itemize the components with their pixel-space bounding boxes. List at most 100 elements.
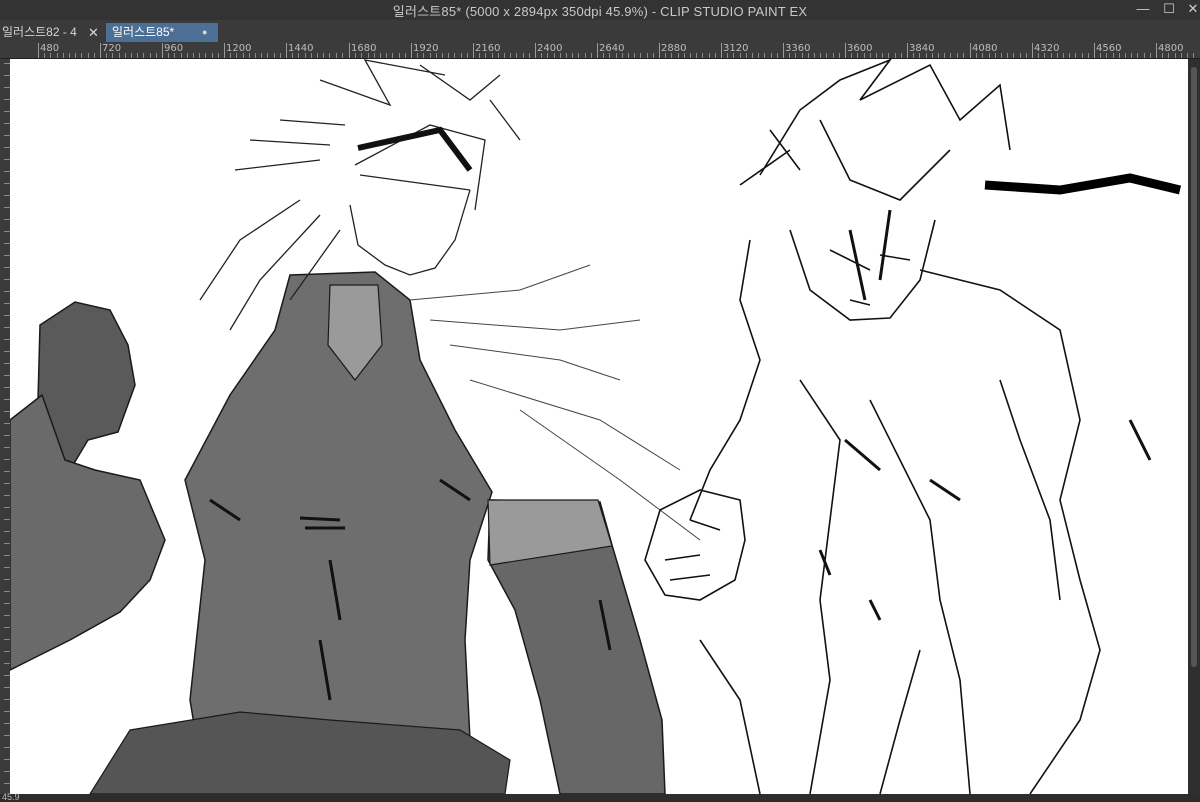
ruler-minor-tick (44, 53, 45, 58)
right-shadow-marks (818, 209, 1152, 621)
vertical-ruler[interactable] (0, 59, 10, 794)
ruler-major-tick (1156, 43, 1157, 58)
ruler-minor-tick (919, 53, 920, 58)
ruler-minor-tick (317, 53, 318, 58)
visor-stroke (357, 126, 473, 172)
ruler-minor-tick (740, 53, 741, 58)
ruler-minor-tick (230, 53, 231, 58)
ruler-minor-tick (448, 53, 449, 58)
ruler-minor-tick (1013, 53, 1014, 58)
ruler-minor-tick (913, 53, 914, 58)
ruler-minor-tick (467, 53, 468, 58)
tab-illust82[interactable]: 일러스트82 - 4 ✕ (0, 23, 104, 42)
ruler-minor-tick (1119, 53, 1120, 58)
ruler-minor-tick (1082, 53, 1083, 58)
ruler-minor-tick (944, 53, 945, 58)
tab-label: 일러스트82 - 4 (2, 25, 77, 39)
ruler-minor-tick (789, 53, 790, 58)
ruler-minor-tick (876, 53, 877, 58)
ruler-minor-tick (336, 53, 337, 58)
ruler-minor-tick (1162, 53, 1163, 58)
ruler-minor-tick (1020, 53, 1021, 58)
ruler-minor-tick (826, 53, 827, 58)
ruler-minor-tick (75, 53, 76, 58)
ruler-minor-tick (292, 53, 293, 58)
ruler-minor-tick (187, 53, 188, 58)
close-button[interactable]: ✕ (1180, 0, 1200, 20)
ruler-minor-tick (690, 53, 691, 58)
ruler-minor-tick (504, 53, 505, 58)
ruler-minor-tick (1051, 53, 1052, 58)
ruler-minor-tick (174, 53, 175, 58)
ruler-minor-tick (647, 53, 648, 58)
ruler-minor-tick (777, 53, 778, 58)
ruler-minor-tick (950, 53, 951, 58)
ruler-minor-tick (895, 53, 896, 58)
ruler-minor-tick (1026, 53, 1027, 58)
ruler-minor-tick (417, 53, 418, 58)
ruler-minor-tick (802, 53, 803, 58)
ruler-minor-tick (1007, 53, 1008, 58)
ruler-minor-tick (566, 53, 567, 58)
ruler-minor-tick (193, 53, 194, 58)
ruler-minor-tick (976, 53, 977, 58)
ruler-minor-tick (1038, 53, 1039, 58)
ruler-minor-tick (882, 53, 883, 58)
ruler-minor-tick (199, 53, 200, 58)
ruler-minor-tick (591, 53, 592, 58)
unsaved-dot-icon[interactable]: ● (202, 23, 207, 42)
zoom-readout[interactable]: 45.9 (2, 792, 20, 802)
ruler-minor-tick (746, 53, 747, 58)
ruler-minor-tick (50, 53, 51, 58)
ruler-minor-tick (771, 53, 772, 58)
scrollbar-thumb[interactable] (1191, 67, 1197, 667)
ruler-minor-tick (479, 53, 480, 58)
ruler-minor-tick (572, 53, 573, 58)
ruler-minor-tick (1075, 53, 1076, 58)
ruler-minor-tick (1063, 53, 1064, 58)
ruler-minor-tick (541, 53, 542, 58)
ruler-minor-tick (870, 53, 871, 58)
ruler-minor-tick (622, 53, 623, 58)
ruler-minor-tick (461, 53, 462, 58)
ruler-minor-tick (1175, 53, 1176, 58)
right-figure (644, 59, 1182, 794)
ruler-minor-tick (510, 53, 511, 58)
vertical-scrollbar[interactable] (1188, 59, 1200, 794)
window-title: 일러스트85* (5000 x 2894px 350dpi 45.9%) - C… (392, 4, 808, 19)
ruler-minor-tick (1187, 53, 1188, 58)
ruler-minor-tick (1137, 53, 1138, 58)
ruler-minor-tick (305, 53, 306, 58)
ruler-minor-tick (529, 53, 530, 58)
drawing-canvas[interactable] (10, 59, 1188, 794)
ruler-minor-tick (709, 53, 710, 58)
ruler-major-tick (38, 43, 39, 58)
ruler-minor-tick (249, 53, 250, 58)
ruler-minor-tick (261, 53, 262, 58)
ruler-minor-tick (1106, 53, 1107, 58)
tab-close-icon[interactable]: ✕ (88, 23, 99, 42)
tab-illust85[interactable]: 일러스트85* ● (106, 23, 218, 42)
ruler-minor-tick (560, 53, 561, 58)
sketch-artwork (10, 59, 1182, 794)
horizontal-ruler[interactable]: 480 720 960 1200 1440 1680 1920 2160 2400 2640 288… (0, 42, 1200, 59)
ruler-minor-tick (342, 53, 343, 58)
ruler-minor-tick (1100, 53, 1101, 58)
ruler-minor-tick (678, 53, 679, 58)
ruler-major-tick (783, 43, 784, 58)
ruler-minor-tick (616, 53, 617, 58)
ruler-minor-tick (715, 53, 716, 58)
ruler-major-tick (411, 43, 412, 58)
ruler-minor-tick (1001, 53, 1002, 58)
ruler-minor-tick (243, 53, 244, 58)
ruler-minor-tick (399, 53, 400, 58)
ruler-minor-tick (1125, 53, 1126, 58)
ruler-minor-tick (323, 53, 324, 58)
ruler-minor-tick (814, 53, 815, 58)
ruler-minor-tick (982, 53, 983, 58)
maximize-button[interactable]: ☐ (1156, 0, 1182, 20)
ruler-minor-tick (963, 53, 964, 58)
minimize-button[interactable]: — (1130, 0, 1156, 20)
ruler-minor-tick (764, 53, 765, 58)
ruler-minor-tick (653, 53, 654, 58)
